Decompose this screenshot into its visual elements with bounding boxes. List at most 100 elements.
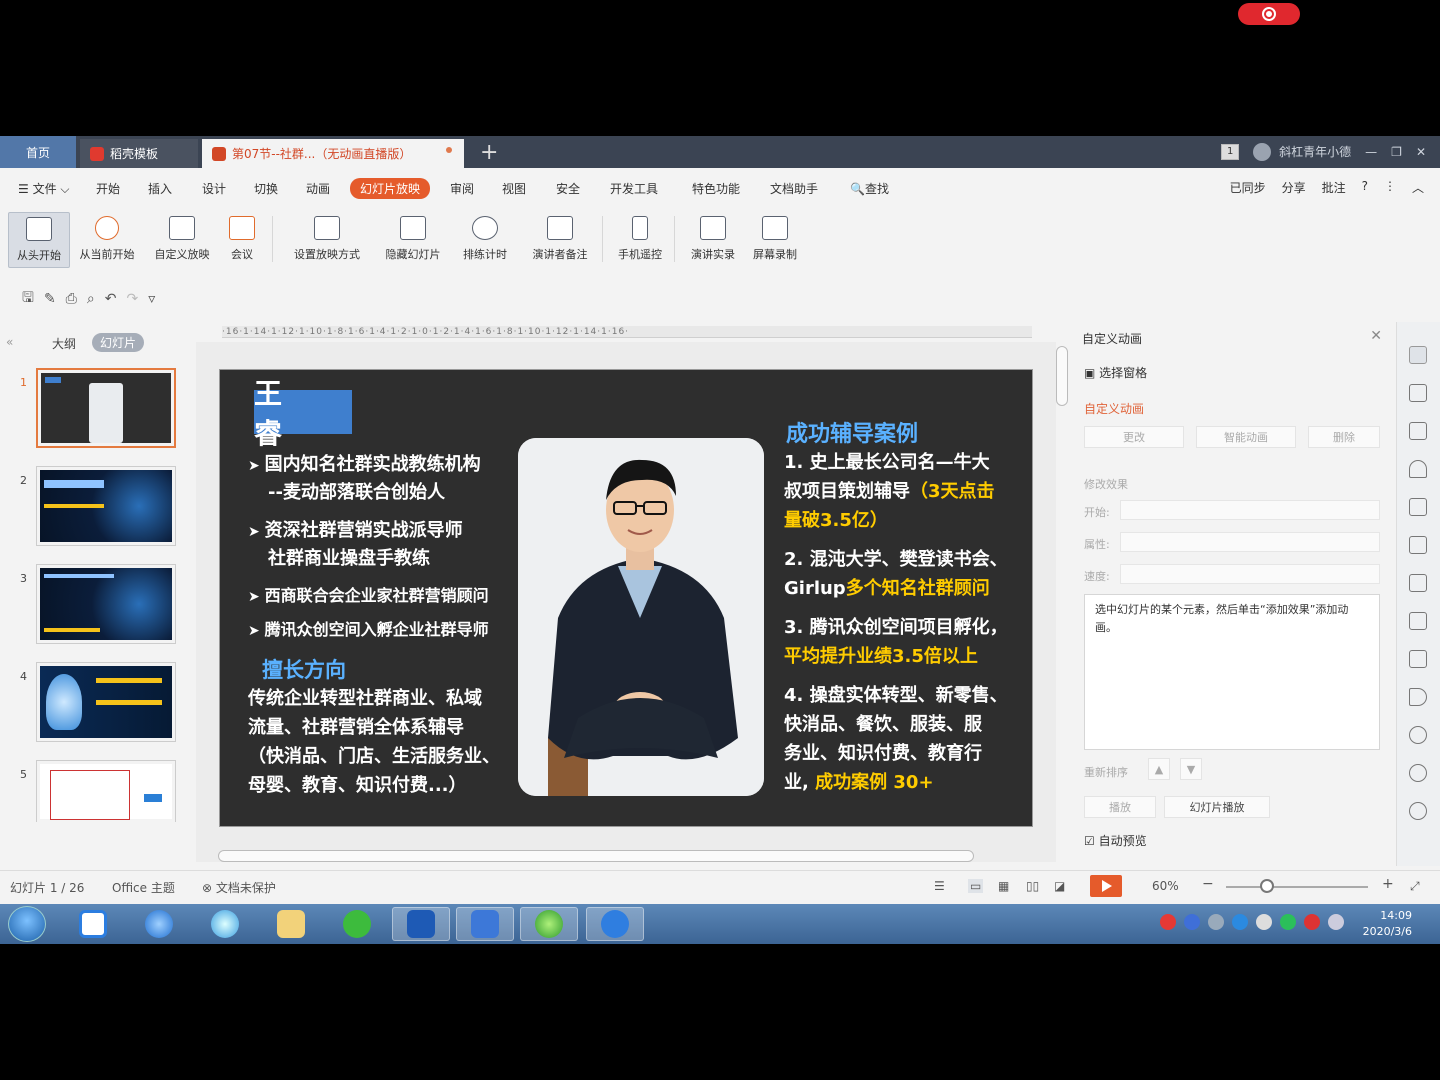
- rehearse-button[interactable]: 排练计时: [452, 212, 518, 268]
- tray-expand-icon[interactable]: [1208, 914, 1224, 930]
- meeting-button[interactable]: 会议: [222, 212, 262, 268]
- setup-show-button[interactable]: 设置放映方式: [282, 212, 372, 268]
- menu-developer[interactable]: 开发工具: [610, 180, 658, 197]
- animation-star-icon[interactable]: [1409, 346, 1427, 364]
- menu-search[interactable]: 🔍查找: [850, 180, 889, 197]
- fit-window-icon[interactable]: ⤢: [1410, 879, 1420, 894]
- reading-view-icon[interactable]: ▯▯: [1026, 879, 1039, 893]
- tab-slides[interactable]: 幻灯片: [92, 333, 145, 352]
- taskbar-app[interactable]: [130, 907, 188, 941]
- comment-button[interactable]: 批注: [1322, 179, 1346, 196]
- share-button[interactable]: 分享: [1282, 179, 1306, 196]
- menu-transition[interactable]: 切换: [254, 180, 278, 197]
- slide-thumbnail[interactable]: [36, 662, 176, 742]
- zoom-slider-handle[interactable]: [1260, 879, 1274, 893]
- move-up-icon[interactable]: ▲: [1148, 758, 1170, 780]
- signal-icon[interactable]: [1328, 914, 1344, 930]
- slide-thumbnail[interactable]: [36, 760, 176, 822]
- change-button[interactable]: 更改: [1084, 426, 1184, 448]
- minimize-icon[interactable]: —: [1365, 145, 1377, 159]
- menu-view[interactable]: 视图: [502, 180, 526, 197]
- tab-document[interactable]: 第07节--社群...（无动画直播版）: [202, 139, 464, 168]
- backup-icon[interactable]: [1409, 612, 1427, 630]
- user-area[interactable]: 斜杠青年小德: [1253, 143, 1351, 162]
- from-start-button[interactable]: 从头开始: [8, 212, 70, 268]
- menu-security[interactable]: 安全: [556, 180, 580, 197]
- auto-preview-toggle[interactable]: ☑ 自动预览: [1084, 832, 1147, 849]
- help-icon[interactable]: [1184, 914, 1200, 930]
- transition-icon[interactable]: [1409, 536, 1427, 554]
- current-slide[interactable]: 王 睿 国内知名社群实战教练机构 --麦动部落联合创始人 资深社群营销实战派导师…: [220, 370, 1032, 826]
- menu-start[interactable]: 开始: [96, 180, 120, 197]
- taskbar-app[interactable]: [328, 907, 386, 941]
- taskbar-app[interactable]: [586, 907, 644, 941]
- shape-icon[interactable]: [1409, 422, 1427, 440]
- normal-view-icon[interactable]: ▭: [968, 879, 984, 893]
- delete-button[interactable]: 删除: [1308, 426, 1380, 448]
- collapse-ribbon-icon[interactable]: ︿: [1412, 179, 1424, 196]
- speaker-notes-button[interactable]: 演讲者备注: [526, 212, 594, 268]
- menu-insert[interactable]: 插入: [148, 180, 172, 197]
- save-icon[interactable]: 🖫: [22, 287, 34, 311]
- share-icon[interactable]: [1409, 574, 1427, 592]
- zoom-in-icon[interactable]: +: [1382, 876, 1394, 892]
- phone-remote-button[interactable]: 手机遥控: [612, 212, 668, 268]
- help-icon[interactable]: [1409, 802, 1427, 820]
- menu-animation[interactable]: 动画: [306, 180, 330, 197]
- slide-thumbnail[interactable]: [36, 368, 176, 448]
- undo-icon[interactable]: ↶: [105, 291, 117, 307]
- animation-list[interactable]: 选中幻灯片的某个元素，然后单击“添加效果”添加动画。: [1084, 594, 1380, 750]
- smart-animation-button[interactable]: 智能动画: [1196, 426, 1296, 448]
- tab-outline[interactable]: 大纲: [52, 335, 76, 352]
- custom-show-button[interactable]: 自定义放映: [148, 212, 216, 268]
- taskbar-app[interactable]: [392, 907, 450, 941]
- system-clock[interactable]: 14:09 2020/3/6: [1363, 908, 1412, 940]
- tab-close-icon[interactable]: [446, 147, 452, 153]
- taskbar-app[interactable]: [456, 907, 514, 941]
- help-button[interactable]: ?: [1362, 179, 1368, 196]
- play-button[interactable]: 播放: [1084, 796, 1156, 818]
- start-button[interactable]: [8, 906, 46, 942]
- customize-icon[interactable]: ▿: [148, 291, 155, 307]
- slide-thumbnail[interactable]: [36, 564, 176, 644]
- horizontal-scrollbar[interactable]: [218, 850, 974, 862]
- screen-record-button[interactable]: 屏幕录制: [746, 212, 804, 268]
- shield-icon[interactable]: [1409, 726, 1427, 744]
- taskbar-app[interactable]: [196, 907, 254, 941]
- antivirus-icon[interactable]: [1304, 914, 1320, 930]
- close-icon[interactable]: ✕: [1416, 145, 1426, 159]
- taskbar-app[interactable]: [520, 907, 578, 941]
- play-slideshow-button[interactable]: [1090, 875, 1122, 897]
- hide-slide-button[interactable]: 隐藏幻灯片: [378, 212, 448, 268]
- record-button[interactable]: [1238, 3, 1300, 25]
- from-current-button[interactable]: 从当前开始: [74, 212, 140, 268]
- zoom-out-icon[interactable]: −: [1202, 876, 1214, 892]
- menu-design[interactable]: 设计: [202, 180, 226, 197]
- sync-status[interactable]: 已同步: [1230, 179, 1266, 196]
- notes-toggle-icon[interactable]: ☰: [934, 879, 945, 893]
- redo-icon[interactable]: ↷: [126, 291, 138, 307]
- network-icon[interactable]: [1232, 914, 1248, 930]
- present-view-icon[interactable]: ◪: [1054, 879, 1065, 893]
- tab-template[interactable]: 稻壳模板: [80, 139, 198, 168]
- zoom-level[interactable]: 60%: [1152, 879, 1179, 893]
- print-icon[interactable]: ⎙: [66, 291, 77, 307]
- pane-title[interactable]: 自定义动画: [1082, 330, 1142, 347]
- slide-thumbnail[interactable]: [36, 466, 176, 546]
- selection-pane-link[interactable]: ▣ 选择窗格: [1084, 364, 1147, 381]
- sogou-icon[interactable]: [1160, 914, 1176, 930]
- vertical-scrollbar[interactable]: [1056, 346, 1068, 406]
- menu-file[interactable]: ☰ 文件 ⌵: [18, 180, 70, 197]
- property-select[interactable]: [1120, 532, 1380, 552]
- speaker-icon[interactable]: [1409, 688, 1427, 706]
- page-badge[interactable]: 1: [1221, 144, 1240, 160]
- menu-slideshow[interactable]: 幻灯片放映: [350, 178, 431, 199]
- restore-icon[interactable]: ❐: [1391, 145, 1402, 159]
- menu-doc-assistant[interactable]: 文档助手: [770, 180, 818, 197]
- close-icon[interactable]: ✕: [1370, 328, 1382, 344]
- protect-status[interactable]: ⊗ 文档未保护: [202, 879, 276, 896]
- tab-home[interactable]: 首页: [0, 136, 76, 168]
- settings-sliders-icon[interactable]: [1409, 498, 1427, 516]
- slideshow-play-button[interactable]: 幻灯片播放: [1164, 796, 1270, 818]
- more-icon[interactable]: ⋮: [1384, 179, 1396, 196]
